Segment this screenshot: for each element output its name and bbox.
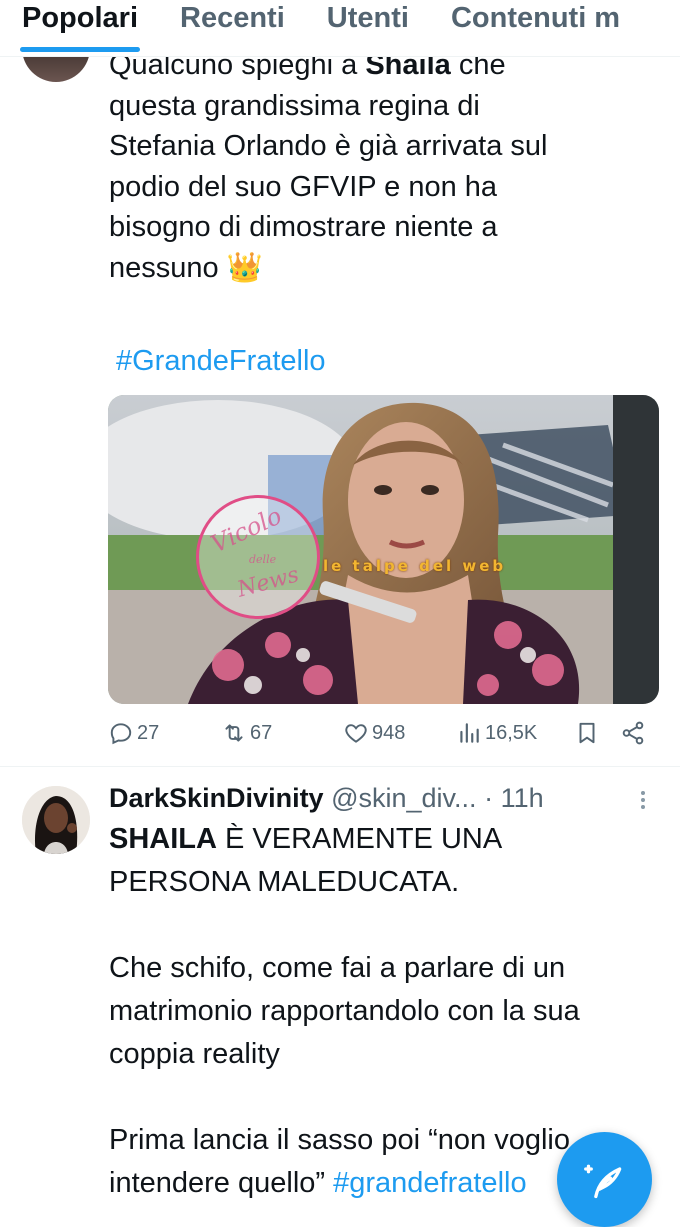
- tweet-line: coppia reality: [109, 1038, 280, 1070]
- retweet-icon: [225, 724, 243, 742]
- tweet-line: PERSONA MALEDUCATA.: [109, 866, 460, 898]
- text-span: È VERAMENTE UNA: [216, 823, 503, 855]
- hashtag-link[interactable]: #GrandeFratello: [116, 345, 326, 378]
- share-button[interactable]: [620, 720, 649, 746]
- text-span: nessuno: [109, 251, 219, 284]
- reply-button[interactable]: 27: [108, 720, 159, 746]
- watermark-text: delle: [249, 553, 277, 566]
- tweet-line: nessuno 👑: [109, 248, 654, 289]
- watermark-text: Vicolo: [206, 501, 287, 559]
- retweet-button[interactable]: 67: [221, 720, 272, 746]
- tweet-line: Che schifo, come fai a parlare di un: [109, 952, 566, 984]
- retweet-count: 67: [250, 721, 273, 744]
- tweet-line: [109, 1076, 654, 1119]
- share-icon: [622, 721, 644, 745]
- views-button[interactable]: 16,5K: [456, 720, 537, 746]
- tweet-line: podio del suo GFVIP e non ha: [109, 170, 498, 203]
- user-handle[interactable]: @skin_div...: [331, 783, 476, 813]
- active-tab-indicator: [20, 47, 141, 52]
- reply-count: 27: [137, 721, 160, 744]
- tweet-time[interactable]: · 11h: [484, 783, 544, 813]
- tab-contenuti-multimediali[interactable]: Contenuti m: [450, 0, 621, 56]
- hashtag-link[interactable]: #grandefratello: [333, 1167, 526, 1199]
- tab-recenti[interactable]: Recenti: [180, 0, 285, 56]
- reply-icon: [110, 723, 132, 745]
- search-tabs: Popolari Recenti Utenti Contenuti m: [0, 0, 680, 57]
- text-span: intendere quello”: [109, 1167, 334, 1199]
- tweet-line: Stefania Orlando è già arrivata sul: [109, 130, 548, 162]
- bookmark-icon: [579, 722, 595, 744]
- compose-button[interactable]: [557, 1132, 652, 1227]
- bookmark-button[interactable]: [574, 720, 603, 746]
- views-count: 16,5K: [485, 721, 538, 744]
- tweet-line: matrimonio rapportandolo con la sua: [109, 995, 580, 1027]
- tab-popolari[interactable]: Popolari: [20, 0, 141, 56]
- tab-label: Recenti: [180, 2, 285, 34]
- display-name[interactable]: DarkSkinDivinity: [109, 783, 324, 813]
- like-button[interactable]: 948: [343, 720, 405, 746]
- tweet-actions: 27 67 948 16,5K: [108, 720, 668, 754]
- avatar[interactable]: [22, 786, 90, 854]
- more-icon[interactable]: [641, 788, 649, 812]
- tweet-text: Qualcuno spieghi a Shaila che questa gra…: [109, 45, 654, 288]
- tweet-author: DarkSkinDivinity @skin_div... · 11h: [109, 783, 544, 814]
- crown-emoji: 👑: [226, 251, 263, 284]
- tweet-line: SHAILA È VERAMENTE UNA: [109, 818, 654, 861]
- tweet-photo: [108, 395, 659, 704]
- avatar-photo: [22, 786, 90, 854]
- tweet-image[interactable]: Vicolo delle News le talpe del web: [108, 395, 659, 704]
- tab-label: Popolari: [22, 2, 139, 34]
- tweet-divider: [0, 766, 680, 767]
- compose-icon: [583, 1164, 621, 1198]
- heart-icon: [345, 724, 367, 743]
- tab-utenti[interactable]: Utenti: [326, 0, 409, 56]
- tab-label: Contenuti m: [450, 2, 621, 34]
- watermark-logo: le talpe del web: [323, 557, 507, 575]
- tab-label: Utenti: [326, 2, 409, 34]
- like-count: 948: [372, 721, 406, 744]
- watermark-logo: Vicolo delle News: [196, 495, 320, 619]
- watermark-text: News: [234, 562, 302, 603]
- views-icon: [460, 723, 479, 743]
- tweet-line: questa grandissima regina di: [109, 89, 480, 122]
- bold-mention: SHAILA: [109, 823, 217, 855]
- tweet-line: [109, 904, 654, 947]
- tweet-line: bisogno di dimostrare niente a: [109, 211, 498, 243]
